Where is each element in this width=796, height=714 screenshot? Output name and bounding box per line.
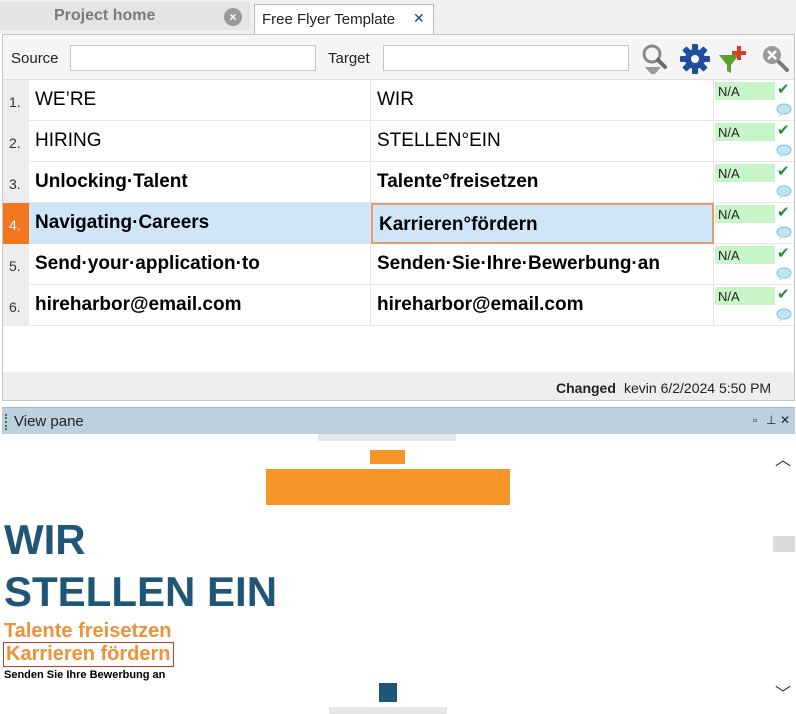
close-icon[interactable]: ✕ <box>413 10 425 27</box>
segment-number: 6. <box>3 285 29 326</box>
target-cell[interactable]: Talente°freisetzen <box>371 162 714 203</box>
settings-gear-icon[interactable] <box>679 43 711 75</box>
segment-row[interactable]: 6. hireharbor@email.com hireharbor@email… <box>3 285 794 326</box>
tab-project-home[interactable]: Project home × <box>0 2 250 30</box>
vertical-scrollbar[interactable]: ︿ ﹀ <box>773 434 795 714</box>
preview-subheading-1: Talente freisetzen <box>4 620 172 642</box>
tab-project-home-label: Project home <box>54 7 156 24</box>
status-badge: N/A <box>715 246 775 264</box>
page-edge-bottom <box>329 707 447 714</box>
confirmed-check-icon: ✔ <box>777 163 790 180</box>
confirmed-check-icon: ✔ <box>777 245 790 262</box>
tab-free-flyer-template[interactable]: Free Flyer Template ✕ <box>254 4 434 34</box>
confirmed-check-icon: ✔ <box>777 204 790 221</box>
status-badge: N/A <box>715 205 775 223</box>
segment-number: 1. <box>3 80 29 121</box>
segment-row[interactable]: 1. WE’RE WIR N/A ✔ <box>3 80 794 121</box>
preview-small-text: Senden Sie Ihre Bewerbung an <box>4 669 166 681</box>
segment-number: 4. <box>3 203 29 244</box>
target-cell[interactable]: hireharbor@email.com <box>371 285 714 326</box>
status-bar: Changed kevin 6/2/2024 5:50 PM <box>3 372 794 400</box>
maximize-icon[interactable]: ▫ <box>753 413 757 427</box>
orange-block-large <box>266 469 510 505</box>
pin-icon[interactable]: ⊥ <box>766 413 776 427</box>
source-cell[interactable]: hireharbor@email.com <box>29 285 371 326</box>
orange-block-small <box>370 450 405 464</box>
preview-heading-1: WIR <box>4 516 86 563</box>
status-badge: N/A <box>715 164 775 182</box>
segment-row-selected[interactable]: 4. Navigating·Careers Karrieren°fördern … <box>3 203 794 244</box>
tab-strip: Project home × Free Flyer Template ✕ <box>0 0 796 34</box>
comment-icon[interactable] <box>776 266 792 282</box>
close-icon[interactable]: ✕ <box>780 413 790 427</box>
segment-row[interactable]: 5. Send·your·application·to Senden·Sie·I… <box>3 244 794 285</box>
segment-row[interactable]: 3. Unlocking·Talent Talente°freisetzen N… <box>3 162 794 203</box>
source-cell[interactable]: WE’RE <box>29 80 371 121</box>
confirmed-check-icon: ✔ <box>777 81 790 98</box>
scrollbar-thumb[interactable] <box>773 536 795 552</box>
segment-row[interactable]: 2. HIRING STELLEN°EIN N/A ✔ <box>3 121 794 162</box>
source-filter-label: Source <box>11 50 59 67</box>
source-cell[interactable]: Navigating·Careers <box>29 203 371 244</box>
source-cell[interactable]: HIRING <box>29 121 371 162</box>
status-badge: N/A <box>715 287 775 305</box>
target-filter-label: Target <box>328 50 370 67</box>
target-cell[interactable]: Senden·Sie·Ihre·Bewerbung·an <box>371 244 714 285</box>
drag-handle[interactable] <box>5 414 8 430</box>
translation-editor: Source Target 1. WE’RE WIR N/A ✔ 2. HIRI… <box>2 34 795 401</box>
advanced-search-icon[interactable] <box>639 43 671 75</box>
target-cell-editing[interactable]: Karrieren°fördern <box>371 203 714 244</box>
source-cell[interactable]: Send·your·application·to <box>29 244 371 285</box>
segment-number: 2. <box>3 121 29 162</box>
filter-bar: Source Target <box>3 35 794 80</box>
tab-free-flyer-template-label: Free Flyer Template <box>262 11 396 28</box>
confirmed-check-icon: ✔ <box>777 122 790 139</box>
comment-icon[interactable] <box>776 102 792 118</box>
comment-icon[interactable] <box>776 184 792 200</box>
clear-search-icon[interactable] <box>759 43 791 75</box>
target-cell[interactable]: WIR <box>371 80 714 121</box>
scroll-down-icon[interactable]: ﹀ <box>775 680 791 704</box>
target-cell[interactable]: STELLEN°EIN <box>371 121 714 162</box>
status-badge: N/A <box>715 123 775 141</box>
comment-icon[interactable] <box>776 225 792 241</box>
preview-subheading-2-highlighted: Karrieren fördern <box>3 642 174 667</box>
scroll-up-icon[interactable]: ︿ <box>775 446 791 470</box>
source-filter-input[interactable] <box>70 45 316 71</box>
comment-icon[interactable] <box>776 307 792 323</box>
comment-icon[interactable] <box>776 143 792 159</box>
segment-number: 5. <box>3 244 29 285</box>
blue-square <box>379 683 397 702</box>
page-edge-top <box>318 434 456 441</box>
add-filter-icon[interactable] <box>717 43 749 75</box>
source-cell[interactable]: Unlocking·Talent <box>29 162 371 203</box>
status-changed-value: kevin 6/2/2024 5:50 PM <box>624 380 772 396</box>
view-pane-header: View pane ▫ ⊥ ✕ <box>2 407 795 434</box>
close-icon[interactable]: × <box>224 8 242 26</box>
confirmed-check-icon: ✔ <box>777 286 790 303</box>
target-filter-input[interactable] <box>383 45 629 71</box>
status-badge: N/A <box>715 82 775 100</box>
segment-number: 3. <box>3 162 29 203</box>
view-pane-preview: WIR STELLEN EIN Talente freisetzen Karri… <box>2 434 795 714</box>
preview-heading-2: STELLEN EIN <box>4 568 278 615</box>
status-changed-label: Changed <box>556 380 616 396</box>
view-pane-title: View pane <box>14 413 84 430</box>
